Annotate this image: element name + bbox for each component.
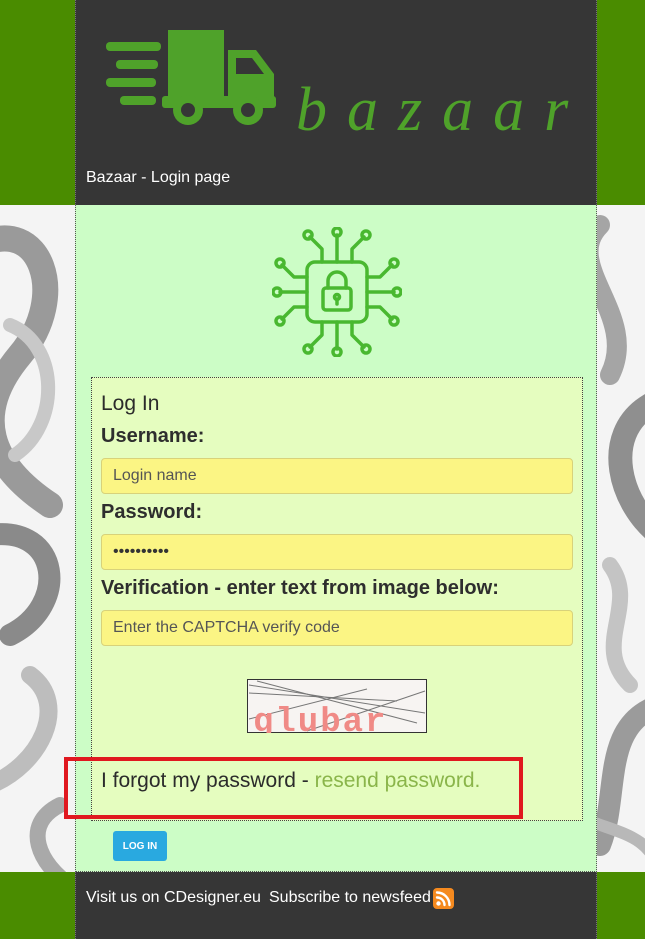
circuit-lock-icon	[271, 226, 403, 362]
site-header: bazaar Bazaar - Login page	[75, 0, 597, 205]
captcha-input[interactable]	[101, 610, 573, 646]
captcha-image: glubar	[247, 679, 427, 742]
login-button[interactable]: LOG IN	[113, 831, 167, 861]
page-title: Bazaar - Login page	[86, 169, 231, 186]
username-label: Username:	[101, 425, 205, 447]
logo-wordmark: bazaar	[296, 76, 576, 140]
delivery-truck-icon: bazaar	[106, 30, 576, 144]
password-label: Password:	[101, 501, 203, 523]
visit-cdesigner-link[interactable]: Visit us on CDesigner.eu	[86, 889, 261, 907]
highlight-box	[64, 757, 523, 819]
password-input[interactable]	[101, 534, 573, 570]
site-logo[interactable]: bazaar	[106, 22, 576, 145]
username-input[interactable]	[101, 458, 573, 494]
site-footer: Visit us on CDesigner.eu Subscribe to ne…	[75, 872, 597, 939]
login-form: Log In Username: Password: Verification …	[91, 377, 583, 821]
subscribe-newsfeed-link[interactable]: Subscribe to newsfeed	[269, 889, 431, 907]
login-heading: Log In	[101, 392, 160, 415]
rss-icon[interactable]	[433, 888, 454, 914]
captcha-text: glubar	[253, 704, 387, 733]
verification-label: Verification - enter text from image bel…	[101, 577, 499, 599]
